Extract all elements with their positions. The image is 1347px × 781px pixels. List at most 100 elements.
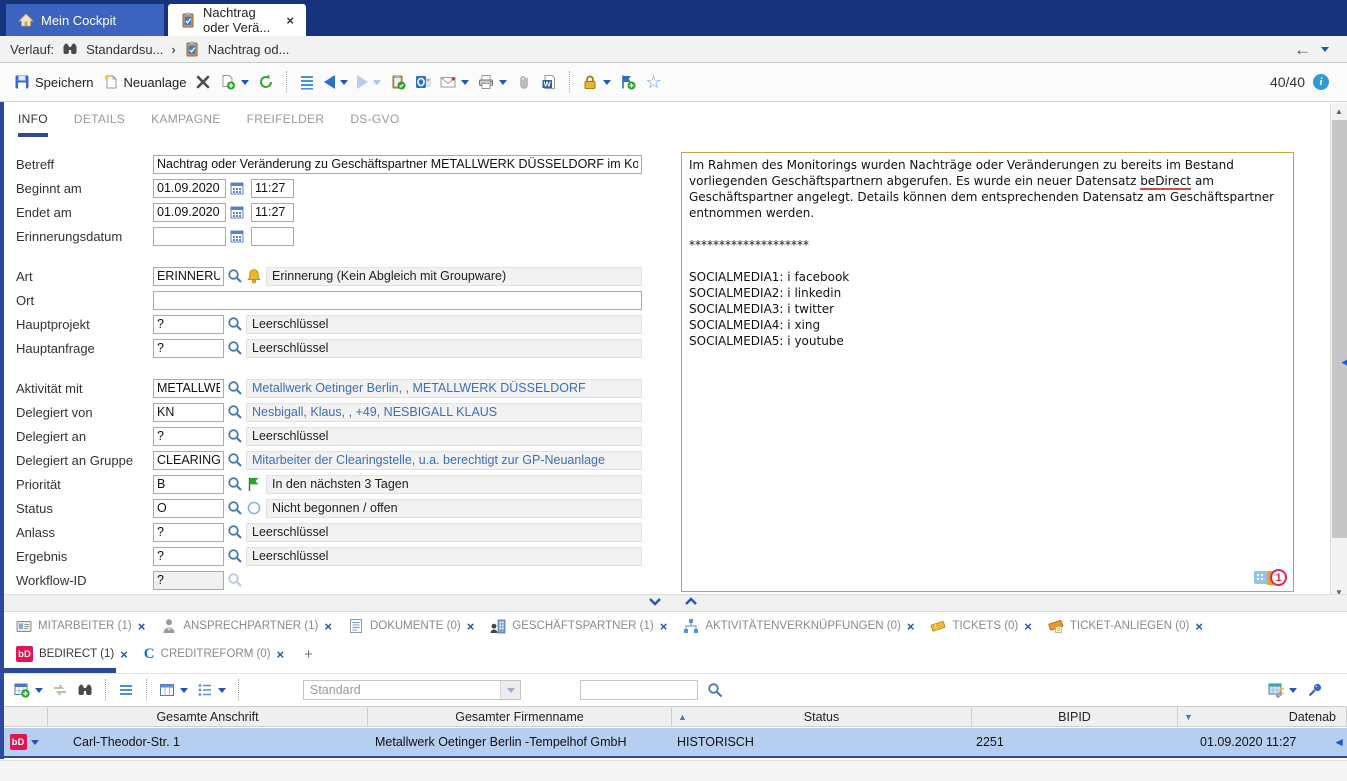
previous-dropdown-icon[interactable] xyxy=(340,80,348,85)
prioritaet-key-input[interactable] xyxy=(153,475,224,494)
send-email-button[interactable] xyxy=(440,74,469,90)
outlook-sync-button[interactable] xyxy=(415,74,431,90)
lookup-search-icon[interactable] xyxy=(227,428,243,444)
refresh-icon[interactable] xyxy=(258,74,274,90)
calendar-icon[interactable] xyxy=(229,180,245,196)
add-flag-button[interactable] xyxy=(620,74,636,90)
previous-record-button[interactable] xyxy=(324,75,348,89)
close-tab-icon[interactable]: × xyxy=(660,619,668,634)
erinnerungsdatum-time-input[interactable] xyxy=(251,227,294,246)
save-button[interactable]: Speichern xyxy=(14,74,94,90)
header-bipid[interactable]: BIPID xyxy=(972,707,1178,726)
lookup-search-icon[interactable] xyxy=(227,476,243,492)
complete-task-button[interactable] xyxy=(390,74,406,90)
lookup-search-icon[interactable] xyxy=(227,380,243,396)
notes-attachment-badge[interactable]: 1 xyxy=(1254,569,1287,586)
app-tab-activity[interactable]: Nachtrag oder Verä... × xyxy=(168,4,306,36)
betreff-input[interactable] xyxy=(153,155,642,174)
lookup-search-icon[interactable] xyxy=(227,452,243,468)
ort-input[interactable] xyxy=(153,291,642,310)
lookup-search-icon[interactable] xyxy=(227,548,243,564)
lookup-search-icon[interactable] xyxy=(227,404,243,420)
history-item-search[interactable]: Standardsu... xyxy=(86,42,163,57)
table-settings-button[interactable] xyxy=(1268,682,1297,698)
tab-ticket-anliegen[interactable]: TICKET-ANLIEGEN (0) × xyxy=(1042,618,1209,634)
permissions-button[interactable] xyxy=(582,74,611,90)
history-item-activity[interactable]: Nachtrag od... xyxy=(208,42,290,57)
anlass-key-input[interactable] xyxy=(153,523,224,542)
favorite-star-icon[interactable]: ☆ xyxy=(645,73,661,91)
tab-aktivitaetenverknuepfungen[interactable]: AKTIVITÄTENVERKNÜPFUNGEN (0) × xyxy=(677,618,920,634)
sort-desc-icon[interactable]: ▼ xyxy=(1184,712,1193,722)
close-tab-icon[interactable]: × xyxy=(1024,619,1032,634)
splitter-expand-down-icon[interactable] xyxy=(648,597,662,606)
aktivitaet-mit-key-input[interactable] xyxy=(153,379,224,398)
close-tab-icon[interactable]: × xyxy=(138,619,146,634)
tab-info[interactable]: INFO xyxy=(18,112,48,137)
vertical-scrollbar[interactable]: ▲ ▼ xyxy=(1330,103,1347,600)
grouping-dropdown-icon[interactable] xyxy=(218,688,226,693)
lookup-search-icon[interactable] xyxy=(227,340,243,356)
hauptanfrage-key-input[interactable] xyxy=(153,339,224,358)
permissions-dropdown-icon[interactable] xyxy=(603,80,611,85)
history-back-icon[interactable]: ← xyxy=(1294,41,1311,58)
collapse-panel-icon[interactable]: ◄ xyxy=(1339,355,1347,369)
header-gesamter-firmenname[interactable]: Gesamter Firmenname xyxy=(368,707,672,726)
info-icon[interactable]: i xyxy=(1313,74,1329,90)
word-export-button[interactable]: W xyxy=(541,74,557,90)
header-status[interactable]: ▲Status xyxy=(672,707,972,726)
tab-dokumente[interactable]: DOKUMENTE (0) × xyxy=(342,618,480,634)
tab-freifelder[interactable]: FREIFELDER xyxy=(247,112,325,137)
lookup-search-icon[interactable] xyxy=(227,524,243,540)
art-key-input[interactable] xyxy=(153,267,224,286)
lookup-search-icon[interactable] xyxy=(227,316,243,332)
tab-bedirect[interactable]: bD BEDIRECT (1) × xyxy=(10,646,134,662)
row-collapse-icon[interactable]: ◄ xyxy=(1333,735,1345,749)
header-datenab[interactable]: ▼Datenab xyxy=(1178,707,1347,726)
close-tab-icon[interactable]: × xyxy=(907,619,915,634)
history-dropdown-icon[interactable] xyxy=(1321,47,1329,52)
ergebnis-key-input[interactable] xyxy=(153,547,224,566)
next-record-button[interactable] xyxy=(357,75,381,89)
sort-asc-icon[interactable]: ▲ xyxy=(678,712,687,722)
pin-icon[interactable] xyxy=(1307,682,1323,698)
tab-details[interactable]: DETAILS xyxy=(74,112,125,137)
erinnerungsdatum-date-input[interactable] xyxy=(153,227,226,246)
notes-textarea[interactable]: Im Rahmen des Monitorings wurden Nachträ… xyxy=(681,152,1294,592)
tab-tickets[interactable]: TICKETS (0) × xyxy=(924,618,1037,634)
scrollbar-thumb[interactable] xyxy=(1332,120,1347,538)
table-settings-dropdown-icon[interactable] xyxy=(1289,688,1297,693)
list-view-icon[interactable] xyxy=(299,74,315,90)
beginnt-am-time-input[interactable] xyxy=(251,179,294,198)
delete-icon[interactable] xyxy=(195,74,211,90)
close-tab-icon[interactable]: × xyxy=(286,13,294,28)
lookup-search-icon[interactable] xyxy=(227,500,243,516)
delegiert-von-key-input[interactable] xyxy=(153,403,224,422)
search-binoculars-icon[interactable] xyxy=(77,682,93,698)
scroll-up-icon[interactable]: ▲ xyxy=(1331,103,1347,119)
endet-am-date-input[interactable] xyxy=(153,203,226,222)
copy-dropdown-icon[interactable] xyxy=(241,80,249,85)
close-tab-icon[interactable]: × xyxy=(324,619,332,634)
columns-dropdown-icon[interactable] xyxy=(180,688,188,693)
new-linked-dropdown-icon[interactable] xyxy=(35,688,43,693)
hauptprojekt-key-input[interactable] xyxy=(153,315,224,334)
calendar-icon[interactable] xyxy=(229,228,245,244)
copy-record-button[interactable] xyxy=(220,74,249,90)
filter-dropdown-button[interactable] xyxy=(500,681,520,699)
column-settings-button[interactable] xyxy=(159,682,188,698)
tab-geschaeftspartner[interactable]: GESCHÄFTSPARTNER (1) × xyxy=(484,618,673,634)
beginnt-am-date-input[interactable] xyxy=(153,179,226,198)
close-tab-icon[interactable]: × xyxy=(1195,619,1203,634)
email-dropdown-icon[interactable] xyxy=(461,80,469,85)
header-gesamte-anschrift[interactable]: Gesamte Anschrift xyxy=(48,707,368,726)
endet-am-time-input[interactable] xyxy=(251,203,294,222)
delegiert-an-key-input[interactable] xyxy=(153,427,224,446)
app-tab-cockpit[interactable]: Mein Cockpit xyxy=(6,4,164,36)
tab-ansprechpartner[interactable]: ANSPRECHPARTNER (1) × xyxy=(155,618,338,634)
table-row[interactable]: bD Carl-Theodor-Str. 1 Metallwerk Oeting… xyxy=(0,728,1347,758)
calendar-icon[interactable] xyxy=(229,204,245,220)
header-icon-column[interactable] xyxy=(0,707,48,726)
lookup-search-icon[interactable] xyxy=(227,268,243,284)
panel-splitter[interactable] xyxy=(0,594,1347,612)
